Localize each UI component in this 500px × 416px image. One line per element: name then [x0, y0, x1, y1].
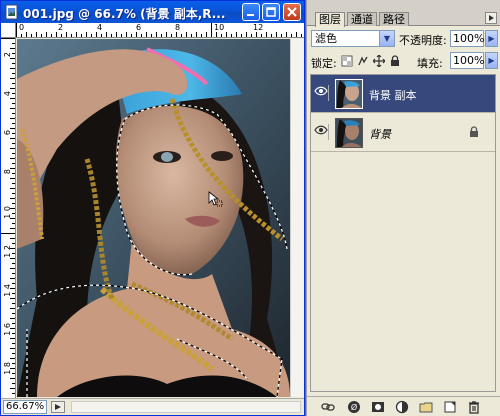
fx-icon[interactable]: Ø [347, 400, 361, 414]
document-window: 001.jpg @ 66.7% (背景 副本,R... 0 2 4 6 8 10… [0, 0, 305, 416]
ruler-corner[interactable] [1, 23, 16, 38]
lock-all-icon[interactable] [389, 55, 401, 67]
lock-label: 锁定: [311, 57, 337, 70]
image-canvas[interactable] [17, 39, 290, 397]
ruler-label: 2 [58, 23, 64, 32]
lock-pixels-icon[interactable] [357, 55, 369, 67]
ruler-label: 12 [253, 23, 264, 32]
folder-icon[interactable] [419, 400, 433, 414]
lock-transparency-icon[interactable] [341, 55, 353, 67]
fill-field[interactable]: 100% [450, 52, 484, 69]
panel-tabs: 图层 通道 路径 [307, 0, 500, 27]
blend-mode-value: 滤色 [315, 32, 337, 45]
photoshop-doc-icon [5, 4, 18, 20]
portrait-image [17, 39, 290, 397]
tab-layers[interactable]: 图层 [315, 12, 345, 27]
minimize-icon [247, 14, 254, 16]
trash-icon[interactable] [467, 400, 481, 414]
ruler-label: 1 6 [3, 323, 12, 336]
document-title-bar[interactable]: 001.jpg @ 66.7% (背景 副本,R... [1, 1, 304, 23]
new-layer-icon[interactable] [443, 400, 457, 414]
vertical-scrollbar[interactable] [290, 39, 304, 397]
opacity-label: 不透明度: [399, 34, 447, 47]
lock-position-icon[interactable] [372, 54, 386, 68]
status-bar: 66.67% [1, 398, 304, 415]
eye-icon[interactable] [313, 85, 329, 101]
link-icon[interactable] [321, 400, 335, 414]
eye-icon[interactable] [313, 124, 329, 140]
tab-paths[interactable]: 路径 [379, 12, 409, 26]
close-icon [287, 7, 297, 17]
maximize-button[interactable] [262, 3, 280, 21]
selection-cursor-icon [208, 191, 223, 207]
ruler-label: 1 0 [3, 206, 12, 219]
ruler-label: 1 8 [3, 362, 12, 375]
ruler-label: 4 [97, 23, 103, 32]
ruler-label: 4 [3, 91, 12, 97]
ruler-label: 2 [3, 52, 12, 58]
layer-thumbnail [335, 79, 363, 109]
ruler-vertical[interactable]: 2 4 6 8 1 0 1 2 1 4 1 6 1 8 [1, 38, 16, 398]
status-arrow-icon [55, 404, 61, 410]
ruler-label: 6 [3, 130, 12, 136]
ruler-label: 1 2 [3, 245, 12, 258]
layer-list: 背景 副本 背景 [310, 74, 496, 392]
layer-row-background[interactable]: 背景 [311, 114, 495, 152]
zoom-field[interactable]: 66.67% [3, 400, 47, 414]
layer-thumbnail [335, 118, 363, 148]
fill-slider-button[interactable]: ▶ [485, 52, 498, 69]
fill-label: 填充: [417, 57, 443, 70]
opacity-field[interactable]: 100% [450, 30, 484, 47]
layer-row-background-copy[interactable]: 背景 副本 [311, 75, 495, 113]
svg-text:Ø: Ø [351, 402, 357, 412]
ruler-horizontal[interactable]: 0 2 4 6 8 10 12 [16, 23, 304, 38]
close-button[interactable] [283, 3, 301, 21]
layer-name: 背景 [369, 128, 391, 141]
layer-name: 背景 副本 [369, 89, 417, 102]
lock-row: 锁定: 填充: 100% ▶ [307, 52, 500, 72]
layer-actions-bar: Ø [307, 396, 500, 416]
maximize-icon [266, 7, 276, 17]
ruler-label: 0 [19, 23, 25, 32]
ruler-label: 10 [214, 23, 225, 32]
horizontal-scrollbar[interactable] [71, 401, 301, 413]
adjustment-icon[interactable] [395, 400, 409, 414]
document-title: 001.jpg @ 66.7% (背景 副本,R... [23, 7, 226, 21]
layers-panel: 图层 通道 路径 滤色 ▼ 不透明度: 100% ▶ 锁定: 填充: 100% … [306, 0, 500, 416]
ruler-label: 8 [3, 169, 12, 175]
panel-menu-icon [489, 15, 494, 21]
ruler-label: 1 4 [3, 284, 12, 297]
tab-channels[interactable]: 通道 [347, 12, 377, 26]
ruler-label: 6 [136, 23, 142, 32]
status-menu-button[interactable] [51, 401, 65, 413]
panel-menu-button[interactable] [485, 12, 497, 24]
lock-icon [469, 126, 479, 141]
chevron-down-icon: ▼ [379, 31, 394, 46]
mask-icon[interactable] [371, 400, 385, 414]
opacity-slider-button[interactable]: ▶ [485, 30, 498, 47]
minimize-button[interactable] [242, 3, 260, 21]
ruler-label: 8 [175, 23, 181, 32]
blend-mode-select[interactable]: 滤色 ▼ [311, 30, 395, 47]
